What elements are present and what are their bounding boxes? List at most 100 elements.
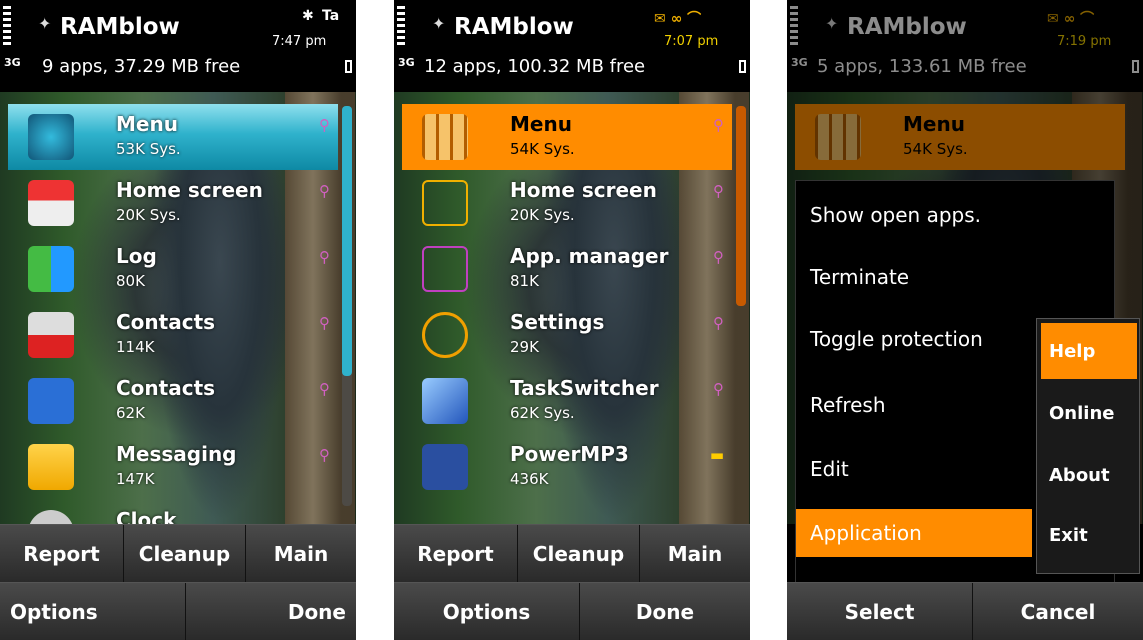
scrollbar-thumb[interactable]: [342, 106, 352, 376]
report-button[interactable]: Report: [0, 525, 124, 583]
clock-icon: [28, 510, 74, 524]
scrollbar[interactable]: [736, 106, 746, 306]
app-name: TaskSwitcher: [510, 376, 659, 400]
app-name: Contacts: [116, 310, 216, 334]
app-memory: 62K Sys.: [510, 404, 575, 422]
home-screen-icon: [422, 180, 468, 226]
protected-icon: ⚲: [713, 248, 724, 266]
battery-icon: [739, 60, 746, 73]
network-label: 3G: [4, 56, 21, 69]
submenu-item-about[interactable]: About: [1041, 447, 1137, 503]
list-item[interactable]: Contacts 62K ⚲: [8, 368, 338, 434]
phone-screen-1: 3G ✦ RAMblow ✱ Ta 7:47 pm 9 apps, 37.29 …: [0, 0, 356, 640]
taskswitcher-icon: [422, 378, 468, 424]
app-memory: 53K Sys.: [116, 140, 181, 158]
cancel-softkey[interactable]: Cancel: [973, 583, 1143, 640]
button-bar: Report Cleanup Main: [0, 524, 356, 583]
list-item[interactable]: Settings 29K ⚲: [402, 302, 732, 368]
app-name: Contacts: [116, 376, 216, 400]
app-name: Messaging: [116, 442, 237, 466]
main-button[interactable]: Main: [246, 525, 356, 583]
app-memory: 62K: [116, 404, 145, 422]
submenu-item-help[interactable]: Help: [1041, 323, 1137, 379]
app-name: App. manager: [510, 244, 669, 268]
list-item[interactable]: TaskSwitcher 62K Sys. ⚲: [402, 368, 732, 434]
softkey-bar: Options Done: [394, 582, 750, 640]
clock-time: 7:07 pm: [664, 34, 719, 49]
list-item[interactable]: Contacts 114K ⚲: [8, 302, 338, 368]
battery-icon: [345, 60, 352, 73]
app-list[interactable]: Menu 54K Sys. ⚲ Home screen 20K Sys. ⚲ A…: [394, 92, 750, 524]
status-bar: 3G ✦ RAMblow ✱ Ta 7:47 pm 9 apps, 37.29 …: [0, 0, 356, 92]
app-memory: 147K: [116, 470, 155, 488]
log-icon: [28, 246, 74, 292]
app-memory: 20K Sys.: [510, 206, 575, 224]
app-memory: 114K: [116, 338, 155, 356]
indicator-icon: Ta: [322, 8, 340, 24]
status-bar: 3G ✦ RAMblow ✉ ∞ ⌒ 7:07 pm 12 apps, 100.…: [394, 0, 750, 92]
submenu-item-online[interactable]: Online: [1041, 385, 1137, 441]
music-icon: [422, 444, 468, 490]
protected-icon: ⚲: [713, 116, 724, 134]
select-softkey[interactable]: Select: [787, 583, 973, 640]
indicator-icon: ✉ ∞ ⌒: [654, 11, 702, 27]
list-item[interactable]: Log 80K ⚲: [8, 236, 338, 302]
list-item[interactable]: Menu 54K Sys. ⚲: [402, 104, 732, 170]
signal-icon: [3, 6, 11, 46]
main-button[interactable]: Main: [640, 525, 750, 583]
menu-icon: [28, 114, 74, 160]
done-softkey[interactable]: Done: [186, 583, 356, 640]
application-submenu: Help Online About Exit: [1036, 318, 1140, 574]
report-button[interactable]: Report: [394, 525, 518, 583]
app-icon: ✦: [432, 14, 446, 33]
cleanup-button[interactable]: Cleanup: [518, 525, 640, 583]
submenu-item-exit[interactable]: Exit: [1041, 507, 1137, 563]
list-item[interactable]: Clock: [8, 500, 338, 524]
list-item[interactable]: App. manager 81K ⚲: [402, 236, 732, 302]
app-memory: 80K: [116, 272, 145, 290]
memory-summary: 9 apps, 37.29 MB free: [42, 56, 241, 77]
envelope-icon: [28, 444, 74, 490]
protected-icon: ⚲: [319, 182, 330, 200]
menu-item-terminate[interactable]: Terminate: [796, 253, 1116, 301]
protected-icon: ⚲: [319, 380, 330, 398]
protected-icon: ⚲: [713, 380, 724, 398]
options-softkey[interactable]: Options: [0, 583, 186, 640]
app-name: Home screen: [510, 178, 657, 202]
menu-item-show-open-apps[interactable]: Show open apps.: [796, 191, 1116, 239]
app-name: PowerMP3: [510, 442, 629, 466]
list-item[interactable]: Menu 53K Sys. ⚲: [8, 104, 338, 170]
app-icon: ✦: [38, 14, 52, 33]
home-icon: [28, 180, 74, 226]
contacts-icon: [28, 378, 74, 424]
done-softkey[interactable]: Done: [580, 583, 750, 640]
app-title: RAMblow: [454, 14, 574, 40]
app-name: Menu: [510, 112, 572, 136]
list-item[interactable]: PowerMP3 436K ▬: [402, 434, 732, 500]
list-item[interactable]: Messaging 147K ⚲: [8, 434, 338, 500]
protected-icon: ⚲: [319, 314, 330, 332]
scrollbar-thumb[interactable]: [736, 106, 746, 306]
app-memory: 29K: [510, 338, 539, 356]
options-softkey[interactable]: Options: [394, 583, 580, 640]
list-item[interactable]: Home screen 20K Sys. ⚲: [402, 170, 732, 236]
scrollbar[interactable]: [342, 106, 352, 506]
menu-item-application[interactable]: Application: [796, 509, 1032, 557]
app-name: Settings: [510, 310, 605, 334]
phone-screen-2: 3G ✦ RAMblow ✉ ∞ ⌒ 7:07 pm 12 apps, 100.…: [394, 0, 750, 640]
protected-icon: ⚲: [319, 116, 330, 134]
app-memory: 20K Sys.: [116, 206, 181, 224]
softkey-bar: Select Cancel: [787, 582, 1143, 640]
clock-time: 7:47 pm: [272, 34, 327, 49]
bluetooth-icon: ✱: [302, 8, 314, 24]
gear-icon: [422, 312, 468, 358]
protected-icon: ⚲: [713, 182, 724, 200]
app-manager-icon: [422, 246, 468, 292]
list-item[interactable]: Home screen 20K Sys. ⚲: [8, 170, 338, 236]
button-bar: Report Cleanup Main: [394, 524, 750, 583]
cleanup-button[interactable]: Cleanup: [124, 525, 246, 583]
app-list[interactable]: Menu 53K Sys. ⚲ Home screen 20K Sys. ⚲ L…: [0, 92, 356, 524]
puzzle-icon: [28, 312, 74, 358]
protected-icon: ⚲: [713, 314, 724, 332]
grid-menu-icon: [422, 114, 468, 160]
